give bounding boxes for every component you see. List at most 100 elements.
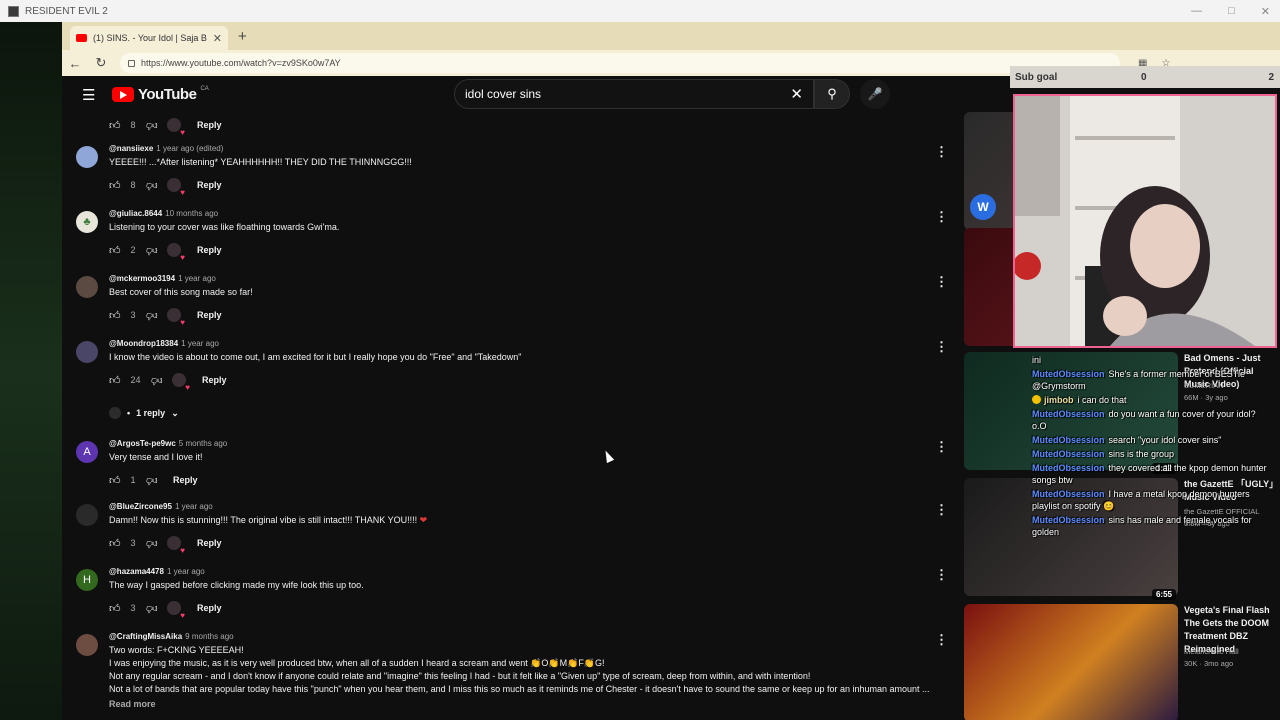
like-icon[interactable]: 👍︎ (109, 374, 121, 387)
comment-author[interactable]: @BlueZircone95 (109, 502, 172, 511)
like-icon[interactable]: 👍︎ (109, 119, 121, 132)
comment-author[interactable]: @mckermoo3194 (109, 274, 175, 283)
search-input[interactable]: idol cover sins ✕ (454, 79, 814, 109)
dislike-icon[interactable]: 👍︎ (146, 474, 158, 487)
site-info-icon[interactable] (128, 59, 135, 67)
like-icon[interactable]: 👍︎ (109, 244, 121, 257)
comment-time[interactable]: 10 months ago (165, 209, 218, 218)
more-options-icon[interactable]: ⋮ (935, 439, 948, 455)
like-icon[interactable]: 👍︎ (109, 309, 121, 322)
chat-username[interactable]: MutedObsession (1032, 449, 1105, 459)
comment-author[interactable]: @CraftingMissAika (109, 632, 182, 641)
comment-time[interactable]: 1 year ago (167, 567, 205, 576)
reply-button[interactable]: Reply (197, 245, 222, 255)
chat-username[interactable]: MutedObsession (1032, 435, 1105, 445)
comment-author[interactable]: @ArgosTe-pe9wc (109, 439, 176, 448)
read-more-link[interactable]: Read more (109, 699, 954, 709)
reply-button[interactable]: Reply (197, 120, 222, 130)
comment-author[interactable]: @Moondrop18384 (109, 339, 178, 348)
address-bar[interactable]: https://www.youtube.com/watch?v=zv9SKo0w… (120, 53, 1120, 73)
browser-tab[interactable]: (1) SINS. - Your Idol | Saja Boys (M... … (70, 26, 228, 50)
comment-time[interactable]: 5 months ago (179, 439, 227, 448)
youtube-logo[interactable]: YouTube CA (112, 86, 209, 103)
like-icon[interactable]: 👍︎ (109, 602, 121, 615)
maximize-icon[interactable]: □ (1228, 5, 1235, 17)
video-thumbnail[interactable] (964, 604, 1178, 720)
comment-time[interactable]: 1 year ago (175, 502, 213, 511)
clear-search-icon[interactable]: ✕ (790, 85, 803, 103)
chat-username[interactable]: jimbob (1044, 395, 1074, 405)
close-window-icon[interactable]: ✕ (1261, 5, 1270, 18)
close-tab-icon[interactable]: ✕ (213, 32, 222, 45)
comment-actions: 👍︎ 8 👍︎ Reply (109, 176, 954, 197)
more-options-icon[interactable]: ⋮ (935, 339, 948, 355)
reply-button[interactable]: Reply (197, 310, 222, 320)
reply-button[interactable]: Reply (197, 538, 222, 548)
reply-button[interactable]: Reply (202, 375, 227, 385)
comment-actions: 👍︎ 2 👍︎ Reply (109, 241, 954, 262)
comment-text: Listening to your cover was like floathi… (109, 222, 340, 232)
view-replies-button[interactable]: • 1 reply ⌄ (109, 407, 179, 419)
back-arrow-icon[interactable]: ← (68, 56, 82, 71)
minimize-icon[interactable]: — (1191, 5, 1202, 17)
video-duration: 6:55 (1151, 589, 1176, 600)
comment-line: Not any regular scream - and I don't kno… (109, 671, 811, 681)
more-options-icon[interactable]: ⋮ (935, 274, 948, 290)
chat-username[interactable]: MutedObsession (1032, 489, 1105, 499)
replies-count: 1 reply (136, 408, 166, 418)
reply-button[interactable]: Reply (197, 603, 222, 613)
more-options-icon[interactable]: ⋮ (935, 502, 948, 518)
like-icon[interactable]: 👍︎ (109, 179, 121, 192)
chat-username[interactable]: MutedObsession (1032, 515, 1105, 525)
like-icon[interactable]: 👍︎ (109, 474, 121, 487)
avatar[interactable]: ♣ (76, 211, 98, 233)
voice-search-button[interactable]: 🎤 (860, 79, 890, 109)
comment-author[interactable]: @hazama4478 (109, 567, 164, 576)
creator-heart-icon (167, 178, 185, 197)
chat-message: MutedObsession I have a metal kpop demon … (1032, 488, 1272, 512)
creator-heart-icon (167, 308, 185, 327)
sub-goal-current: 0 (1141, 71, 1147, 83)
comment-time[interactable]: 1 year ago (178, 274, 216, 283)
chat-message: MutedObsession do you want a fun cover of… (1032, 408, 1272, 432)
comment-time[interactable]: 9 months ago (185, 632, 233, 641)
dislike-icon[interactable]: 👍︎ (146, 602, 158, 615)
dislike-icon[interactable]: 👍︎ (146, 119, 158, 132)
chat-text: search "your idol cover sins" (1108, 435, 1222, 445)
search-button[interactable]: ⚲ (814, 79, 850, 109)
comment-time[interactable]: 1 year ago (edited) (156, 144, 223, 153)
avatar[interactable] (76, 634, 98, 656)
sub-goal-label: Sub goal (1015, 71, 1058, 83)
avatar[interactable] (76, 276, 98, 298)
new-tab-icon[interactable]: + (238, 28, 247, 45)
comment-time[interactable]: 1 year ago (181, 339, 219, 348)
dislike-icon[interactable]: 👍︎ (151, 374, 163, 387)
avatar[interactable] (76, 341, 98, 363)
chat-username[interactable]: MutedObsession (1032, 409, 1105, 419)
chat-username[interactable]: MutedObsession (1032, 369, 1105, 379)
more-options-icon[interactable]: ⋮ (935, 144, 948, 160)
dislike-icon[interactable]: 👍︎ (146, 244, 158, 257)
more-options-icon[interactable]: ⋮ (935, 567, 948, 583)
like-icon[interactable]: 👍︎ (109, 537, 121, 550)
dislike-icon[interactable]: 👍︎ (146, 537, 158, 550)
menu-icon[interactable]: ☰ (82, 86, 95, 104)
reply-button[interactable]: Reply (197, 180, 222, 190)
comment-text: The way I gasped before clicking made my… (109, 580, 364, 590)
dislike-icon[interactable]: 👍︎ (146, 309, 158, 322)
more-options-icon[interactable]: ⋮ (935, 209, 948, 225)
comment-author[interactable]: @nansiiexe (109, 144, 153, 153)
avatar[interactable] (76, 146, 98, 168)
avatar[interactable]: H (76, 569, 98, 591)
comment-text: Best cover of this song made so far! (109, 287, 253, 297)
comment-author[interactable]: @giuliac.8644 (109, 209, 162, 218)
reload-icon[interactable]: ↻ (94, 55, 108, 71)
more-options-icon[interactable]: ⋮ (935, 632, 948, 648)
reply-button[interactable]: Reply (173, 475, 198, 485)
sub-goal-target: 2 (1268, 71, 1274, 83)
dislike-icon[interactable]: 👍︎ (146, 179, 158, 192)
avatar[interactable] (76, 504, 98, 526)
avatar[interactable]: A (76, 441, 98, 463)
video-channel[interactable]: Melancholic Hall (1184, 646, 1280, 657)
chat-username[interactable]: MutedObsession (1032, 463, 1105, 473)
